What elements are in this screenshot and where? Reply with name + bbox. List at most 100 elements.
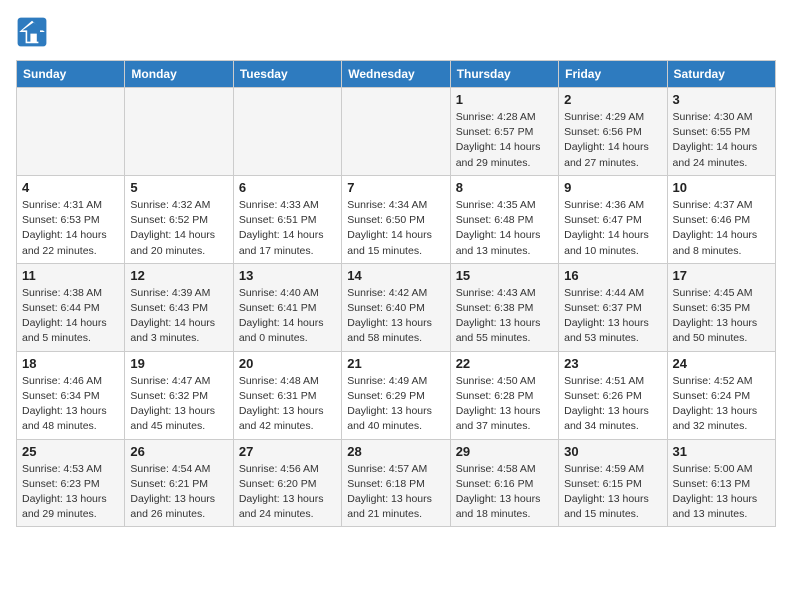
- day-info: Sunrise: 4:53 AMSunset: 6:23 PMDaylight:…: [22, 462, 119, 523]
- calendar-cell: 19 Sunrise: 4:47 AMSunset: 6:32 PMDayligh…: [125, 351, 233, 439]
- day-number: 6: [239, 180, 336, 195]
- calendar-cell: 20Sunrise: 4:48 AMSunset: 6:31 PMDayligh…: [233, 351, 341, 439]
- day-number: 1: [456, 92, 553, 107]
- page-header: [16, 16, 776, 48]
- calendar-cell: 10 Sunrise: 4:37 AMSunset: 6:46 PMDayligh…: [667, 175, 775, 263]
- day-info: Sunrise: 4:30 AMSunset: 6:55 PMDaylight:…: [673, 110, 770, 171]
- calendar-cell: 29Sunrise: 4:58 AMSunset: 6:16 PMDayligh…: [450, 439, 558, 527]
- calendar-cell: 14 Sunrise: 4:42 AMSunset: 6:40 PMDayligh…: [342, 263, 450, 351]
- day-info: Sunrise: 4:40 AMSunset: 6:41 PMDaylight:…: [239, 286, 336, 347]
- calendar-cell: 2Sunrise: 4:29 AMSunset: 6:56 PMDaylight…: [559, 88, 667, 176]
- calendar-cell: 22Sunrise: 4:50 AMSunset: 6:28 PMDayligh…: [450, 351, 558, 439]
- day-number: 17: [673, 268, 770, 283]
- day-info: Sunrise: 4:38 AMSunset: 6:44 PMDaylight:…: [22, 286, 119, 347]
- day-info: Sunrise: 4:59 AMSunset: 6:15 PMDaylight:…: [564, 462, 661, 523]
- day-number: 31: [673, 444, 770, 459]
- calendar-cell: 16Sunrise: 4:44 AMSunset: 6:37 PMDayligh…: [559, 263, 667, 351]
- weekday-header-thursday: Thursday: [450, 61, 558, 88]
- day-info: Sunrise: 4:51 AMSunset: 6:26 PMDaylight:…: [564, 374, 661, 435]
- day-number: 2: [564, 92, 661, 107]
- day-info: Sunrise: 5:00 AMSunset: 6:13 PMDaylight:…: [673, 462, 770, 523]
- calendar-cell: 27 Sunrise: 4:56 AMSunset: 6:20 PMDayligh…: [233, 439, 341, 527]
- logo: [16, 16, 52, 48]
- day-number: 19: [130, 356, 227, 371]
- day-number: 28: [347, 444, 444, 459]
- day-number: 29: [456, 444, 553, 459]
- calendar-cell: 12 Sunrise: 4:39 AMSunset: 6:43 PMDayligh…: [125, 263, 233, 351]
- calendar-cell: 7 Sunrise: 4:34 AMSunset: 6:50 PMDaylight…: [342, 175, 450, 263]
- day-info: Sunrise: 4:39 AMSunset: 6:43 PMDaylight:…: [130, 286, 227, 347]
- day-info: Sunrise: 4:47 AMSunset: 6:32 PMDaylight:…: [130, 374, 227, 435]
- day-number: 20: [239, 356, 336, 371]
- calendar-cell: 5Sunrise: 4:32 AMSunset: 6:52 PMDaylight…: [125, 175, 233, 263]
- day-number: 27: [239, 444, 336, 459]
- calendar-table: SundayMondayTuesdayWednesdayThursdayFrid…: [16, 60, 776, 527]
- calendar-week-row: 1 Sunrise: 4:28 AMSunset: 6:57 PMDaylight…: [17, 88, 776, 176]
- weekday-header-sunday: Sunday: [17, 61, 125, 88]
- calendar-cell: 1 Sunrise: 4:28 AMSunset: 6:57 PMDaylight…: [450, 88, 558, 176]
- day-number: 18: [22, 356, 119, 371]
- day-number: 9: [564, 180, 661, 195]
- day-info: Sunrise: 4:54 AMSunset: 6:21 PMDaylight:…: [130, 462, 227, 523]
- calendar-cell: [17, 88, 125, 176]
- day-number: 10: [673, 180, 770, 195]
- day-info: Sunrise: 4:44 AMSunset: 6:37 PMDaylight:…: [564, 286, 661, 347]
- calendar-header: SundayMondayTuesdayWednesdayThursdayFrid…: [17, 61, 776, 88]
- calendar-cell: 15Sunrise: 4:43 AMSunset: 6:38 PMDayligh…: [450, 263, 558, 351]
- calendar-cell: 26 Sunrise: 4:54 AMSunset: 6:21 PMDayligh…: [125, 439, 233, 527]
- day-number: 14: [347, 268, 444, 283]
- day-number: 26: [130, 444, 227, 459]
- day-number: 24: [673, 356, 770, 371]
- day-info: Sunrise: 4:28 AMSunset: 6:57 PMDaylight:…: [456, 110, 553, 171]
- calendar-cell: 25 Sunrise: 4:53 AMSunset: 6:23 PMDayligh…: [17, 439, 125, 527]
- calendar-week-row: 25 Sunrise: 4:53 AMSunset: 6:23 PMDayligh…: [17, 439, 776, 527]
- day-number: 30: [564, 444, 661, 459]
- weekday-header-row: SundayMondayTuesdayWednesdayThursdayFrid…: [17, 61, 776, 88]
- calendar-cell: 31 Sunrise: 5:00 AMSunset: 6:13 PMDayligh…: [667, 439, 775, 527]
- weekday-header-friday: Friday: [559, 61, 667, 88]
- calendar-week-row: 18 Sunrise: 4:46 AMSunset: 6:34 PMDayligh…: [17, 351, 776, 439]
- calendar-week-row: 11 Sunrise: 4:38 AMSunset: 6:44 PMDayligh…: [17, 263, 776, 351]
- weekday-header-wednesday: Wednesday: [342, 61, 450, 88]
- day-number: 25: [22, 444, 119, 459]
- day-info: Sunrise: 4:34 AMSunset: 6:50 PMDaylight:…: [347, 198, 444, 259]
- calendar-cell: 8Sunrise: 4:35 AMSunset: 6:48 PMDaylight…: [450, 175, 558, 263]
- calendar-cell: 11 Sunrise: 4:38 AMSunset: 6:44 PMDayligh…: [17, 263, 125, 351]
- calendar-cell: 18 Sunrise: 4:46 AMSunset: 6:34 PMDayligh…: [17, 351, 125, 439]
- day-number: 23: [564, 356, 661, 371]
- calendar-cell: 21Sunrise: 4:49 AMSunset: 6:29 PMDayligh…: [342, 351, 450, 439]
- day-info: Sunrise: 4:56 AMSunset: 6:20 PMDaylight:…: [239, 462, 336, 523]
- calendar-cell: 6 Sunrise: 4:33 AMSunset: 6:51 PMDaylight…: [233, 175, 341, 263]
- weekday-header-tuesday: Tuesday: [233, 61, 341, 88]
- day-info: Sunrise: 4:42 AMSunset: 6:40 PMDaylight:…: [347, 286, 444, 347]
- weekday-header-saturday: Saturday: [667, 61, 775, 88]
- day-info: Sunrise: 4:46 AMSunset: 6:34 PMDaylight:…: [22, 374, 119, 435]
- day-number: 12: [130, 268, 227, 283]
- calendar-cell: [342, 88, 450, 176]
- calendar-cell: 9 Sunrise: 4:36 AMSunset: 6:47 PMDaylight…: [559, 175, 667, 263]
- calendar-cell: 23 Sunrise: 4:51 AMSunset: 6:26 PMDayligh…: [559, 351, 667, 439]
- calendar-cell: 30 Sunrise: 4:59 AMSunset: 6:15 PMDayligh…: [559, 439, 667, 527]
- day-info: Sunrise: 4:35 AMSunset: 6:48 PMDaylight:…: [456, 198, 553, 259]
- day-info: Sunrise: 4:52 AMSunset: 6:24 PMDaylight:…: [673, 374, 770, 435]
- calendar-cell: 4 Sunrise: 4:31 AMSunset: 6:53 PMDaylight…: [17, 175, 125, 263]
- day-info: Sunrise: 4:43 AMSunset: 6:38 PMDaylight:…: [456, 286, 553, 347]
- calendar-cell: 24 Sunrise: 4:52 AMSunset: 6:24 PMDayligh…: [667, 351, 775, 439]
- day-number: 11: [22, 268, 119, 283]
- calendar-cell: 13Sunrise: 4:40 AMSunset: 6:41 PMDayligh…: [233, 263, 341, 351]
- day-info: Sunrise: 4:36 AMSunset: 6:47 PMDaylight:…: [564, 198, 661, 259]
- calendar-cell: 3Sunrise: 4:30 AMSunset: 6:55 PMDaylight…: [667, 88, 775, 176]
- calendar-cell: [233, 88, 341, 176]
- day-info: Sunrise: 4:32 AMSunset: 6:52 PMDaylight:…: [130, 198, 227, 259]
- day-info: Sunrise: 4:31 AMSunset: 6:53 PMDaylight:…: [22, 198, 119, 259]
- day-info: Sunrise: 4:57 AMSunset: 6:18 PMDaylight:…: [347, 462, 444, 523]
- day-number: 7: [347, 180, 444, 195]
- day-info: Sunrise: 4:33 AMSunset: 6:51 PMDaylight:…: [239, 198, 336, 259]
- calendar-cell: 28 Sunrise: 4:57 AMSunset: 6:18 PMDayligh…: [342, 439, 450, 527]
- day-info: Sunrise: 4:37 AMSunset: 6:46 PMDaylight:…: [673, 198, 770, 259]
- calendar-cell: [125, 88, 233, 176]
- weekday-header-monday: Monday: [125, 61, 233, 88]
- day-number: 22: [456, 356, 553, 371]
- day-number: 4: [22, 180, 119, 195]
- calendar-body: 1 Sunrise: 4:28 AMSunset: 6:57 PMDaylight…: [17, 88, 776, 527]
